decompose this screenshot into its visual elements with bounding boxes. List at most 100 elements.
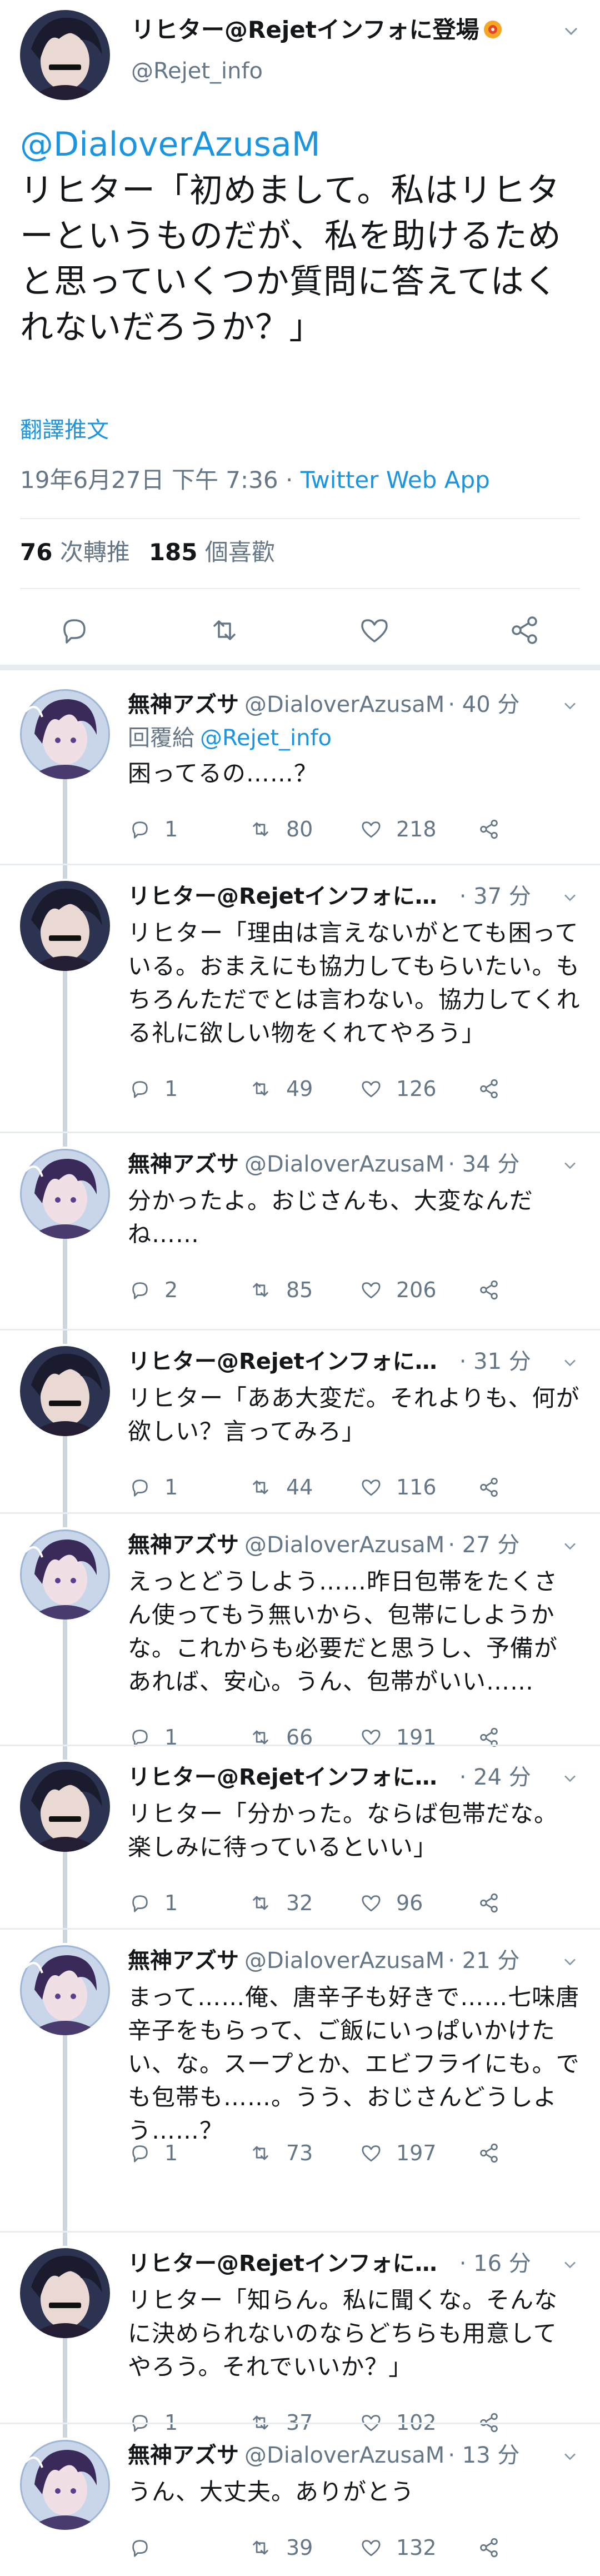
share-action[interactable] <box>477 813 513 846</box>
reply-time[interactable]: · 34 分 <box>448 1152 519 1177</box>
mention-link[interactable]: @DialoverAzusaM <box>20 122 320 167</box>
reply-icon[interactable] <box>128 1278 164 1302</box>
reply-time[interactable]: · 37 分 <box>459 884 531 909</box>
richter-avatar[interactable] <box>20 881 110 971</box>
tweet-source[interactable]: Twitter Web App <box>301 466 490 494</box>
like-icon[interactable] <box>358 1475 396 1499</box>
richter-avatar[interactable] <box>20 2248 110 2338</box>
reply-display-name[interactable]: 無神アズサ <box>128 2443 239 2468</box>
reply-icon[interactable] <box>128 1891 164 1915</box>
main-display-name[interactable]: リヒター@Rejetインフォに登場 <box>131 14 503 47</box>
chevron-down-icon[interactable] <box>560 1536 580 1556</box>
share-action[interactable] <box>477 2136 513 2170</box>
reply-display-name[interactable]: リヒター@Rejetインフォに… <box>128 2251 437 2276</box>
retweet-icon[interactable] <box>247 1077 286 1101</box>
reply-time[interactable]: · 16 分 <box>459 2251 531 2276</box>
azusa-avatar[interactable] <box>20 1149 110 1239</box>
like-action[interactable]: 116 <box>358 1471 437 1504</box>
chevron-down-icon[interactable] <box>560 696 580 716</box>
reply-action[interactable]: 1 <box>128 813 178 846</box>
like-icon[interactable] <box>358 1891 396 1915</box>
main-handle[interactable]: @Rejet_info <box>131 57 263 86</box>
share-icon[interactable] <box>477 817 513 841</box>
azusa-avatar[interactable] <box>20 689 110 779</box>
reply-time[interactable]: · 13 分 <box>448 2443 519 2468</box>
reply-display-name[interactable]: リヒター@Rejetインフォに… <box>128 884 437 909</box>
reply-icon[interactable] <box>128 1475 164 1499</box>
reply-handle[interactable]: @DialoverAzusaM <box>244 1948 444 1974</box>
share-action[interactable] <box>477 1471 513 1504</box>
share-action[interactable] <box>477 1072 513 1105</box>
reply-action[interactable] <box>128 2531 164 2564</box>
azusa-avatar[interactable] <box>20 2440 110 2530</box>
reply-display-name[interactable]: 無神アズサ <box>128 1948 239 1974</box>
richter-avatar[interactable] <box>20 1762 110 1852</box>
share-icon[interactable] <box>477 2141 513 2165</box>
chevron-down-icon[interactable] <box>560 1353 580 1373</box>
like-action[interactable]: 218 <box>358 813 437 846</box>
likes-count[interactable]: 185 <box>149 539 198 566</box>
reply-handle[interactable]: @DialoverAzusaM <box>244 2443 444 2468</box>
share-icon[interactable] <box>477 1077 513 1101</box>
chevron-down-icon[interactable] <box>560 1155 580 1175</box>
reply-handle[interactable]: @DialoverAzusaM <box>244 1152 444 1177</box>
like-action[interactable]: 206 <box>358 1273 437 1307</box>
like-icon[interactable] <box>358 1278 396 1302</box>
like-icon[interactable] <box>357 612 392 648</box>
chevron-down-icon[interactable] <box>560 2447 580 2467</box>
retweets-count[interactable]: 76 <box>20 539 52 566</box>
retweet-icon[interactable] <box>207 612 242 648</box>
chevron-down-icon[interactable] <box>560 2255 580 2275</box>
like-action[interactable]: 197 <box>358 2136 437 2170</box>
reply-icon[interactable] <box>57 612 92 648</box>
reply-time[interactable]: · 40 分 <box>448 692 519 718</box>
share-icon[interactable] <box>477 1475 513 1499</box>
chevron-down-icon[interactable] <box>560 20 582 42</box>
like-action[interactable]: 96 <box>358 1886 423 1920</box>
tweet-date[interactable]: 19年6月27日 下午 7:36 <box>20 466 278 494</box>
azusa-avatar[interactable] <box>20 1945 110 2035</box>
like-action[interactable]: 132 <box>358 2531 437 2564</box>
share-icon[interactable] <box>477 1278 513 1302</box>
retweet-icon[interactable] <box>247 2535 286 2560</box>
reply-handle[interactable]: @DialoverAzusaM <box>244 692 444 718</box>
translate-tweet-link[interactable]: 翻譯推文 <box>20 416 109 445</box>
retweet-action[interactable]: 85 <box>247 1273 313 1307</box>
retweet-icon[interactable] <box>247 1475 286 1499</box>
share-icon[interactable] <box>477 1891 513 1915</box>
retweet-action[interactable]: 39 <box>247 2531 313 2564</box>
reply-display-name[interactable]: 無神アズサ <box>128 692 239 718</box>
reply-action[interactable]: 1 <box>128 1471 178 1504</box>
richter-avatar[interactable] <box>20 1346 110 1436</box>
reply-icon[interactable] <box>128 817 164 841</box>
reply-icon[interactable] <box>128 2535 164 2560</box>
like-icon[interactable] <box>358 1077 396 1101</box>
reply-action[interactable]: 1 <box>128 2136 178 2170</box>
chevron-down-icon[interactable] <box>560 888 580 908</box>
reply-time[interactable]: · 31 分 <box>459 1349 531 1374</box>
chevron-down-icon[interactable] <box>560 1768 580 1788</box>
richter-avatar[interactable] <box>20 10 110 100</box>
reply-time[interactable]: · 21 分 <box>448 1948 519 1974</box>
reply-display-name[interactable]: リヒター@Rejetインフォに… <box>128 1765 437 1790</box>
reply-display-name[interactable]: リヒター@Rejetインフォに… <box>128 1349 437 1374</box>
retweet-action[interactable]: 49 <box>247 1072 313 1105</box>
share-icon[interactable] <box>507 612 542 648</box>
reply-time[interactable]: · 24 分 <box>459 1765 531 1790</box>
reply-icon[interactable] <box>128 2141 164 2165</box>
like-icon[interactable] <box>358 2141 396 2165</box>
replying-to-handle[interactable]: @Rejet_info <box>200 725 332 751</box>
like-icon[interactable] <box>358 2535 396 2560</box>
reply-action[interactable]: 2 <box>128 1273 178 1307</box>
like-action[interactable]: 126 <box>358 1072 437 1105</box>
retweet-icon[interactable] <box>247 2141 286 2165</box>
retweet-action[interactable]: 80 <box>247 813 313 846</box>
retweet-icon[interactable] <box>247 1891 286 1915</box>
reply-display-name[interactable]: 無神アズサ <box>128 1532 239 1558</box>
share-action[interactable] <box>477 2531 513 2564</box>
reply-action[interactable]: 1 <box>128 1072 178 1105</box>
azusa-avatar[interactable] <box>20 1529 110 1620</box>
retweet-icon[interactable] <box>247 1278 286 1302</box>
retweet-action[interactable]: 44 <box>247 1471 313 1504</box>
reply-time[interactable]: · 27 分 <box>448 1532 519 1558</box>
